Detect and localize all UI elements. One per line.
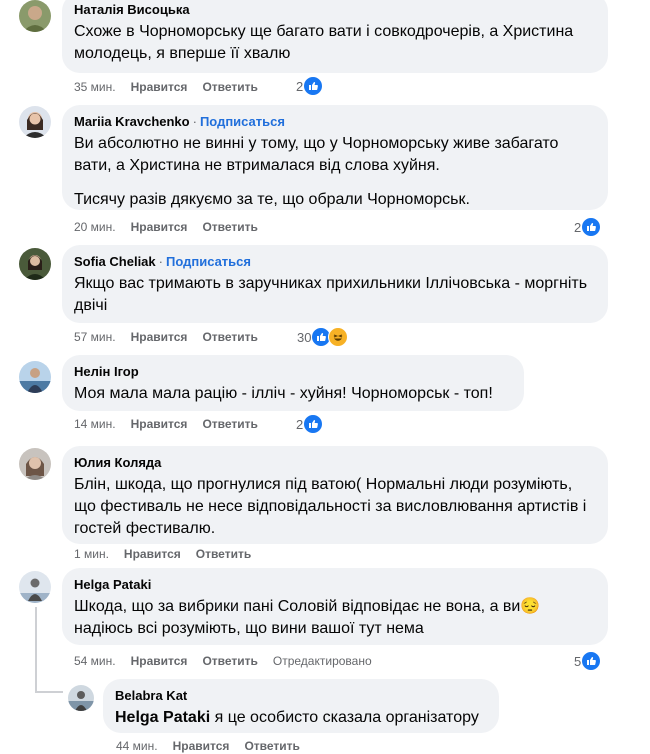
- reaction-summary[interactable]: 2: [296, 76, 324, 96]
- follow-button[interactable]: Подписаться: [166, 254, 251, 269]
- comment-text: Шкода, що за вибрики пані Соловій відпов…: [74, 598, 541, 637]
- like-button[interactable]: Нравится: [124, 547, 181, 561]
- reaction-summary[interactable]: 30: [297, 327, 349, 347]
- author-name[interactable]: Sofia Cheliak: [74, 254, 156, 269]
- separator-dot: ·: [158, 254, 163, 269]
- author-name[interactable]: Наталія Висоцька: [74, 2, 190, 17]
- comment-time[interactable]: 35 мин.: [74, 80, 116, 94]
- comment-actions: 44 мин. Нравится Ответить: [116, 738, 315, 754]
- comment-bubble: Sofia Cheliak · Подписаться Якщо вас трима…: [62, 245, 608, 323]
- reaction-count: 2: [574, 219, 582, 235]
- like-icon: [303, 76, 324, 96]
- author-name[interactable]: Mariia Kravchenko: [74, 114, 190, 129]
- comment-bubble: Helga Pataki Шкода, що за вибрики пані С…: [62, 568, 608, 645]
- avatar[interactable]: [19, 248, 51, 280]
- avatar[interactable]: [19, 361, 51, 393]
- reaction-summary[interactable]: 2: [574, 217, 602, 237]
- avatar[interactable]: [19, 571, 51, 603]
- like-button[interactable]: Нравится: [131, 220, 188, 234]
- reply-button[interactable]: Ответить: [202, 220, 257, 234]
- comment-time[interactable]: 20 мин.: [74, 220, 116, 234]
- like-icon: [581, 217, 602, 237]
- comment-time[interactable]: 57 мин.: [74, 330, 116, 344]
- avatar[interactable]: [19, 448, 51, 480]
- comment-time[interactable]: 1 мин.: [74, 547, 109, 561]
- like-icon: [303, 414, 324, 434]
- author-name[interactable]: Нелін Ігор: [74, 364, 139, 379]
- edited-label: Отредактировано: [272, 654, 372, 668]
- comment-time[interactable]: 54 мин.: [74, 654, 116, 668]
- author-name[interactable]: Юлия Коляда: [74, 455, 161, 470]
- reply-button[interactable]: Ответить: [202, 417, 257, 431]
- reaction-count: 2: [296, 78, 304, 94]
- avatar[interactable]: [68, 685, 94, 711]
- author-name[interactable]: Helga Pataki: [74, 577, 151, 592]
- comment-bubble: Юлия Коляда Блін, шкода, що прогнулися п…: [62, 446, 608, 544]
- mention-link[interactable]: Helga Pataki: [115, 709, 210, 726]
- comment-bubble: Наталія Висоцька Схоже в Чорноморську ще…: [62, 0, 608, 73]
- comment-bubble: Mariia Kravchenko · Подписаться Ви абсолют…: [62, 105, 608, 210]
- reply-button[interactable]: Ответить: [244, 739, 299, 753]
- comment-actions: 1 мин. Нравится Ответить: [74, 546, 266, 562]
- reaction-summary[interactable]: 5: [574, 651, 602, 671]
- comment-actions: 35 мин. Нравится Ответить: [74, 79, 273, 95]
- comment-text: Схоже в Чорноморську ще багато вати і со…: [74, 23, 574, 62]
- like-button[interactable]: Нравится: [131, 330, 188, 344]
- separator-dot: ·: [192, 114, 197, 129]
- comment-bubble: Belabra Kat Helga Pataki я це особисто с…: [103, 679, 499, 733]
- comment-text: Якщо вас тримають в заручниках прихильни…: [74, 275, 588, 314]
- reply-button[interactable]: Ответить: [202, 654, 257, 668]
- reaction-count: 5: [574, 653, 582, 669]
- comment-text: Блін, шкода, що прогнулися під ватою( Но…: [74, 476, 587, 537]
- comment-text: Helga Pataki я це особисто сказала орган…: [115, 709, 479, 726]
- comment-bubble: Нелін Ігор Моя мала мала рацію - ілліч -…: [62, 355, 524, 411]
- reaction-count: 2: [296, 416, 304, 432]
- like-icon: [581, 651, 602, 671]
- reply-button[interactable]: Ответить: [202, 80, 257, 94]
- comment-text: Моя мала мала рацію - ілліч - хуйня! Чор…: [74, 385, 493, 402]
- avatar[interactable]: [19, 106, 51, 138]
- haha-icon: [328, 327, 349, 347]
- follow-button[interactable]: Подписаться: [200, 114, 285, 129]
- avatar[interactable]: [19, 0, 51, 32]
- like-button[interactable]: Нравится: [131, 80, 188, 94]
- reply-button[interactable]: Ответить: [196, 547, 251, 561]
- reply-thread-line: [35, 607, 37, 693]
- reply-thread-connector: [35, 691, 63, 693]
- comment-time[interactable]: 14 мин.: [74, 417, 116, 431]
- comment-actions: 57 мин. Нравится Ответить: [74, 329, 273, 345]
- like-button[interactable]: Нравится: [131, 417, 188, 431]
- comment-actions: 20 мин. Нравится Ответить: [74, 219, 273, 235]
- comment-actions: 14 мин. Нравится Ответить: [74, 416, 273, 432]
- like-button[interactable]: Нравится: [131, 654, 188, 668]
- author-name[interactable]: Belabra Kat: [115, 688, 187, 703]
- reply-button[interactable]: Ответить: [202, 330, 257, 344]
- comment-actions: 54 мин. Нравится Ответить Отредактировано: [74, 653, 387, 669]
- reaction-summary[interactable]: 2: [296, 414, 324, 434]
- comment-time[interactable]: 44 мин.: [116, 739, 158, 753]
- comment-text: Ви абсолютно не винні у тому, що у Чорно…: [74, 135, 559, 208]
- like-button[interactable]: Нравится: [173, 739, 230, 753]
- reaction-count: 30: [297, 329, 312, 345]
